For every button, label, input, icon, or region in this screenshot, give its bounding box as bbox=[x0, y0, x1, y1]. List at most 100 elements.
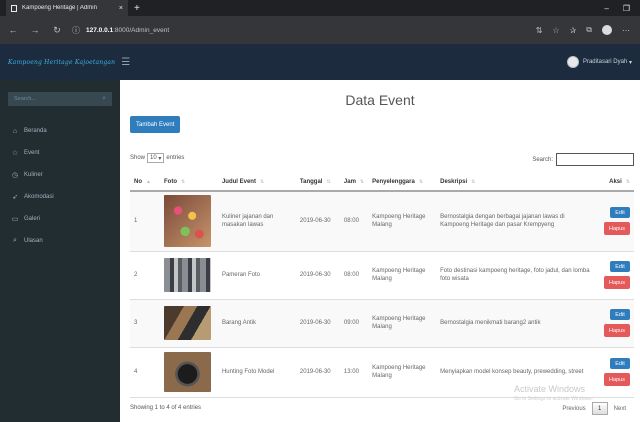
event-table: No ▲ Foto ⇅ Judul Event ⇅ Tanggal ⇅ Jam ⇅ Pen… bbox=[130, 173, 634, 398]
reload-icon[interactable]: ↻ bbox=[50, 25, 64, 36]
search-icon[interactable]: ⌕ bbox=[102, 95, 106, 103]
cell-penyelenggara: Kampoeng Heritage Malang bbox=[368, 299, 437, 348]
window-controls: – ❐ bbox=[604, 4, 640, 13]
cell-judul: Hunting Foto Model bbox=[217, 347, 296, 398]
search-icon: ⌕ bbox=[13, 237, 17, 244]
sidebar: Search... ⌕ ⌂ Beranda ☆ Event ◷ Kuliner … bbox=[0, 80, 120, 422]
avatar bbox=[566, 56, 579, 68]
cell-no: 4 bbox=[130, 347, 160, 398]
forward-icon[interactable]: → bbox=[28, 25, 42, 35]
cell-penyelenggara: Kampoeng Heritage Malang bbox=[368, 251, 437, 300]
chevron-down-icon: ▾ bbox=[627, 59, 632, 66]
cell-no: 2 bbox=[130, 251, 160, 300]
profile-icon[interactable] bbox=[602, 25, 612, 35]
previous-button[interactable]: Previous bbox=[562, 406, 585, 412]
restore-button[interactable]: ❐ bbox=[623, 4, 630, 13]
sidebar-item-label: Ulasan bbox=[24, 238, 43, 244]
column-header-aksi[interactable]: Aksi ⇅ bbox=[595, 173, 634, 192]
hamburger-menu-icon[interactable]: ☰ bbox=[121, 57, 130, 68]
browser-tab[interactable]: Kampoeng Heritage | Admin × bbox=[6, 0, 128, 16]
cell-judul: Pameran Foto bbox=[217, 251, 296, 300]
event-photo bbox=[163, 258, 211, 292]
tab-close-icon[interactable]: × bbox=[119, 5, 123, 12]
column-header-jam[interactable]: Jam ⇅ bbox=[339, 173, 369, 192]
document-icon bbox=[11, 4, 17, 12]
sidebar-search-input[interactable]: Search... ⌕ bbox=[8, 92, 112, 106]
page-length-select[interactable]: 10 ▾ bbox=[147, 153, 165, 163]
collections-icon[interactable]: ⧉ bbox=[586, 25, 592, 35]
browser-toolbar-icons: ⇅ ☆ ✰ ⧉ ⋯ bbox=[536, 25, 634, 35]
cell-penyelenggara: Kampoeng Heritage Malang bbox=[368, 347, 437, 398]
cell-deskripsi: Bernostalgia dengan berbagai jajanan law… bbox=[436, 191, 596, 252]
delete-button[interactable]: Hapus bbox=[604, 276, 630, 289]
brand-logo[interactable]: Kampoeng Heritage Kajoetangan bbox=[8, 59, 115, 66]
cell-no: 1 bbox=[130, 191, 160, 252]
table-info: Showing 1 to 4 of 4 entries bbox=[130, 405, 202, 411]
activate-windows-watermark: Activate Windows bbox=[514, 384, 586, 394]
activate-windows-subtext: Go to Settings to activate Windows. bbox=[514, 396, 593, 402]
search-label: Search: bbox=[532, 156, 553, 163]
column-header-no[interactable]: No ▲ bbox=[130, 173, 160, 192]
cell-tanggal: 2019-06-30 bbox=[295, 347, 340, 398]
bookmark-star-icon[interactable]: ☆ bbox=[552, 26, 559, 35]
translate-icon[interactable]: ⇅ bbox=[536, 26, 543, 35]
user-menu[interactable]: Praditasari Dyah ▾ bbox=[566, 56, 632, 68]
table-row: 3 Barang Antik 2019-06-30 09:00 Kampoeng… bbox=[130, 299, 634, 348]
page-length-control: Show 10 ▾ entries bbox=[130, 153, 184, 163]
url-field[interactable]: ⓘ 127.0.0.1 :8000/Admin_event bbox=[72, 22, 536, 38]
edit-button[interactable]: Edit bbox=[610, 358, 630, 369]
edit-button[interactable]: Edit bbox=[610, 309, 630, 320]
sidebar-item-label: Event bbox=[24, 150, 40, 156]
search-input[interactable] bbox=[556, 153, 634, 166]
sidebar-item-kuliner[interactable]: ◷ Kuliner bbox=[0, 164, 120, 186]
sidebar-search-placeholder: Search... bbox=[14, 96, 37, 102]
cell-judul: Kuliner jajanan dan masakan lawas bbox=[217, 191, 296, 252]
more-icon[interactable]: ⋯ bbox=[622, 26, 630, 35]
add-event-button[interactable]: Tambah Event bbox=[130, 116, 181, 133]
edit-button[interactable]: Edit bbox=[610, 261, 630, 272]
sidebar-item-galeri[interactable]: ▭ Galeri bbox=[0, 208, 120, 230]
delete-button[interactable]: Hapus bbox=[604, 324, 630, 337]
sidebar-item-ulasan[interactable]: ⌕ Ulasan bbox=[0, 230, 120, 252]
sidebar-item-label: Beranda bbox=[24, 128, 47, 134]
delete-button[interactable]: Hapus bbox=[604, 222, 630, 236]
tab-title: Kampoeng Heritage | Admin bbox=[22, 5, 97, 11]
show-label: Show bbox=[130, 155, 146, 161]
page-button-1[interactable]: 1 bbox=[591, 402, 608, 415]
event-photo bbox=[163, 195, 211, 248]
sidebar-item-akomodasi[interactable]: ➶ Akomodasi bbox=[0, 186, 120, 208]
cell-tanggal: 2019-06-30 bbox=[295, 251, 340, 300]
column-header-judul[interactable]: Judul Event ⇅ bbox=[217, 173, 296, 192]
edit-button[interactable]: Edit bbox=[610, 207, 630, 219]
entries-label: entries bbox=[166, 155, 185, 161]
site-info-icon[interactable]: ⓘ bbox=[72, 25, 80, 36]
cell-jam: 09:00 bbox=[339, 299, 369, 348]
send-icon: ➶ bbox=[12, 194, 18, 201]
back-icon[interactable]: ← bbox=[6, 25, 20, 35]
column-header-foto[interactable]: Foto ⇅ bbox=[159, 173, 218, 192]
star-icon: ☆ bbox=[11, 150, 19, 157]
user-name: Praditasari Dyah bbox=[582, 59, 628, 65]
sidebar-item-event[interactable]: ☆ Event bbox=[0, 142, 120, 164]
new-tab-button[interactable]: + bbox=[134, 3, 140, 14]
column-header-deskripsi[interactable]: Deskripsi ⇅ bbox=[436, 173, 596, 192]
minimize-button[interactable]: – bbox=[604, 4, 608, 13]
image-icon: ▭ bbox=[11, 216, 19, 223]
column-header-tanggal[interactable]: Tanggal ⇅ bbox=[295, 173, 340, 192]
address-bar: ← → ↻ ⓘ 127.0.0.1 :8000/Admin_event ⇅ ☆ … bbox=[0, 16, 640, 44]
column-header-penyelenggara[interactable]: Penyelenggara ⇅ bbox=[368, 173, 437, 192]
cell-judul: Barang Antik bbox=[217, 299, 296, 348]
pagination: Previous 1 Next bbox=[562, 402, 626, 415]
url-host: 127.0.0.1 bbox=[86, 26, 114, 34]
table-row: 2 Pameran Foto 2019-06-30 08:00 Kampoeng… bbox=[130, 251, 634, 300]
cell-no: 3 bbox=[130, 299, 160, 348]
cell-deskripsi: Bernostalgia menikmati barang2 antik bbox=[436, 299, 596, 348]
delete-button[interactable]: Hapus bbox=[604, 373, 630, 386]
url-path: :8000/Admin_event bbox=[113, 26, 170, 34]
sidebar-item-label: Galeri bbox=[24, 216, 41, 222]
favorites-icon[interactable]: ✰ bbox=[570, 26, 577, 35]
cell-deskripsi: Foto destinasi kampoeng heritage, foto j… bbox=[436, 251, 596, 300]
sidebar-item-beranda[interactable]: ⌂ Beranda bbox=[0, 120, 120, 142]
next-button[interactable]: Next bbox=[614, 406, 626, 412]
browser-tab-bar: Kampoeng Heritage | Admin × + – ❐ bbox=[0, 0, 640, 16]
